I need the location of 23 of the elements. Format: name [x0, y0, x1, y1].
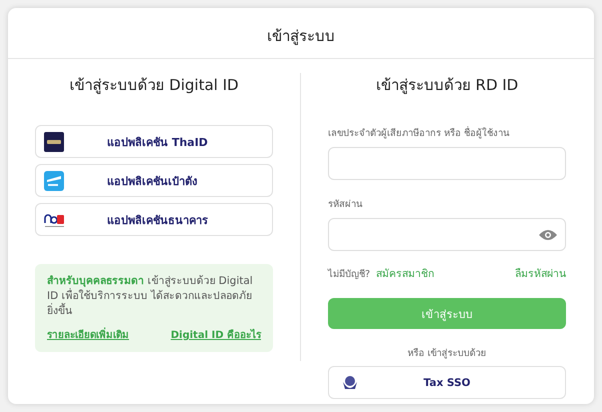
register-link[interactable]: สมัครสมาชิก	[376, 265, 434, 282]
section-heading: เข้าสู่ระบบด้วย RD ID	[374, 75, 520, 96]
wallet-app-icon	[44, 170, 64, 190]
section-heading: เข้าสู่ระบบด้วย Digital ID	[68, 75, 240, 96]
app-login-button[interactable]: แอปพลิเคชันเป๋าตัง	[35, 164, 273, 197]
alternative-login-text: หรือ เข้าสู่ระบบด้วย	[406, 347, 488, 360]
forgot-password-link[interactable]: ลืมรหัสผ่าน	[515, 265, 566, 282]
password-field[interactable]	[328, 218, 566, 251]
info-link[interactable]: รายละเอียดเพิ่มเติม	[47, 327, 129, 342]
field-label: รหัสผ่าน	[328, 198, 364, 211]
page-title: เข้าสู่ระบบ	[266, 26, 336, 47]
info-link[interactable]: Digital ID คืออะไร	[170, 327, 261, 342]
app-login-button[interactable]: แอปพลิเคชันธนาคาร	[35, 203, 273, 236]
field-label: เลขประจำตัวผู้เสียภาษีอากร หรือ ชื่อผู้ใช้งาน	[328, 125, 510, 140]
sso-login-button[interactable]: Tax SSO	[328, 366, 566, 399]
app-logo-icon	[44, 132, 64, 152]
notice-text: สำหรับบุคคลธรรมดา เข้าสู่ระบบด้วย Digital ID เพื่อใช้บริการระบบ ได้สะดวกและปลอดภัยยิ่งขึ้น	[47, 274, 254, 319]
app-login-button[interactable]: แอปพลิเคชัน ThaID	[35, 125, 273, 158]
emblem-icon	[341, 374, 359, 392]
no-account-text: ไม่มีบัญชี?	[328, 268, 370, 281]
login-button[interactable]: เข้าสู่ระบบ	[328, 298, 566, 329]
eye-icon[interactable]	[539, 228, 557, 240]
username-field[interactable]	[328, 147, 566, 180]
